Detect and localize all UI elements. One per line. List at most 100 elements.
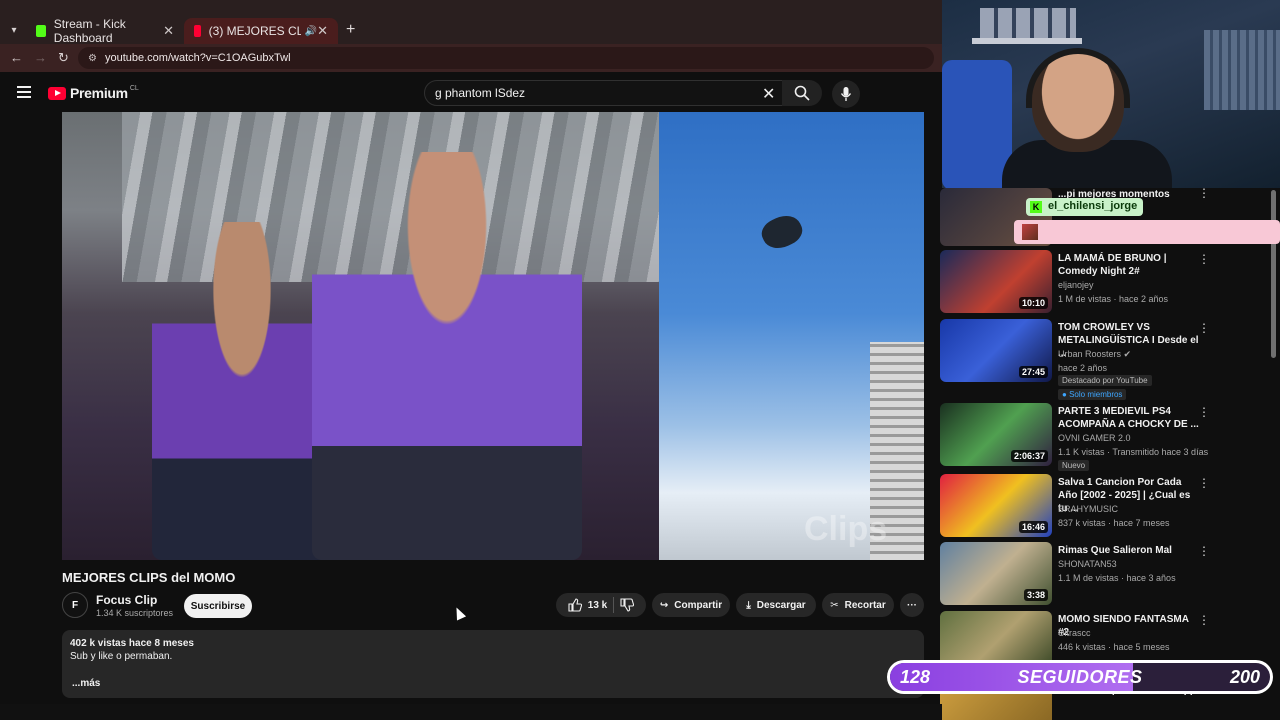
description-more-link[interactable]: ...más <box>72 678 100 689</box>
search-value: g phantom lSdez <box>435 86 526 100</box>
clear-search-icon[interactable]: ✕ <box>762 84 775 104</box>
members-only-badge: ● Solo miembros <box>1058 389 1127 400</box>
address-bar-row: ← → ↻ ⚙ youtube.com/watch?v=C1OAGubxTwl <box>0 44 942 72</box>
tab-label: Stream - Kick Dashboard <box>53 17 126 45</box>
recommendations-sidebar: ...pi mejores momentos Video... ⋮ 10:10 … <box>940 188 1280 720</box>
video-player[interactable]: Clips <box>62 112 924 560</box>
recommendation-item[interactable]: 3:38 Rimas Que Salieron Mal SHONATAN53 1… <box>940 542 1270 606</box>
search-button[interactable] <box>782 80 822 106</box>
webcam-wall-frames <box>980 8 1076 38</box>
recommendation-thumbnail[interactable]: 10:10 <box>940 250 1052 313</box>
new-badge: Nuevo <box>1058 460 1090 471</box>
subscribe-button[interactable]: Suscribirse <box>184 594 252 618</box>
share-button[interactable]: ↪ Compartir <box>652 593 730 617</box>
kebab-menu-icon[interactable]: ⋮ <box>1198 252 1210 266</box>
headset-icon <box>1026 48 1130 108</box>
site-info-icon[interactable]: ⚙ <box>88 53 97 64</box>
speaker-icon[interactable]: 🔊 <box>305 26 317 37</box>
url-field[interactable]: ⚙ youtube.com/watch?v=C1OAGubxTwl <box>78 47 934 69</box>
kebab-menu-icon[interactable]: ⋮ <box>1198 405 1210 419</box>
video-rider-right <box>312 152 582 560</box>
recommendation-item[interactable]: 27:45 TOM CROWLEY VS METALINGÜÍSTICA I D… <box>940 319 1270 400</box>
recommendation-thumbnail[interactable]: 27:45 <box>940 319 1052 382</box>
like-dislike-group: 13 k <box>556 593 646 617</box>
microphone-icon <box>840 87 852 101</box>
download-icon: ⤓ <box>746 599 751 611</box>
close-tab-icon[interactable]: ✕ <box>317 23 328 39</box>
tab-search-dropdown-icon[interactable]: ▾ <box>6 22 22 38</box>
recommendation-item[interactable]: 2:06:37 PARTE 3 MEDIEVIL PS4 ACOMPAÑA A … <box>940 403 1270 471</box>
recommendation-title[interactable]: Rimas Que Salieron Mal <box>1058 544 1200 557</box>
tab-youtube-video[interactable]: (3) MEJORES CLIPS del MOM 🔊 ✕ <box>184 18 338 44</box>
description-box[interactable]: 402 k vistas hace 8 meses Sub y like o p… <box>62 630 924 698</box>
clip-label: Recortar <box>844 599 886 611</box>
webcam-shelf <box>972 38 1082 44</box>
search-input[interactable]: g phantom lSdez <box>424 80 786 106</box>
recommendation-meta: 446 k vistas · hace 5 meses <box>1058 642 1170 652</box>
back-arrow-icon[interactable]: ← <box>10 50 23 65</box>
share-label: Compartir <box>674 599 723 611</box>
more-actions-button[interactable]: ··· <box>900 593 924 617</box>
recommendation-channel[interactable]: Urban Roosters ✔ <box>1058 349 1131 360</box>
kebab-menu-icon[interactable]: ⋮ <box>1198 613 1210 627</box>
scissors-icon: ✂ <box>830 599 839 611</box>
recommendation-meta: hace 2 años <box>1058 363 1108 373</box>
recommendation-channel[interactable]: BRAHYMUSIC <box>1058 504 1118 514</box>
duration-badge: 3:38 <box>1023 589 1048 601</box>
stream-chat-message: el_chilensi_jorge K <box>1014 196 1280 246</box>
recommendation-channel[interactable]: eljanojey <box>1058 280 1094 290</box>
youtube-premium-logo[interactable]: Premium CL <box>48 85 139 101</box>
streamer-webcam <box>942 0 1280 190</box>
recommendation-thumbnail[interactable]: 3:38 <box>940 542 1052 605</box>
follower-goal-bar: SEGUIDORES 128 200 <box>887 660 1273 694</box>
youtube-header: Premium CL g phantom lSdez ✕ <box>0 72 942 112</box>
video-rider-left <box>152 222 332 560</box>
recommendation-item[interactable]: 16:46 Salva 1 Cancion Por Cada Año [2002… <box>940 474 1270 538</box>
more-horizontal-icon: ··· <box>907 599 917 611</box>
recommendation-title[interactable]: LA MAMÁ DE BRUNO | Comedy Night 2# <box>1058 252 1200 278</box>
channel-name[interactable]: Focus Clip <box>96 593 157 607</box>
reload-icon[interactable]: ↻ <box>58 50 69 66</box>
tab-label: (3) MEJORES CLIPS del MOM <box>208 24 301 38</box>
recommendation-meta: 1.1 K vistas · Transmitido hace 3 días <box>1058 447 1209 457</box>
clip-button[interactable]: ✂ Recortar <box>822 593 894 617</box>
logo-text: Premium <box>70 85 128 101</box>
recommendation-item[interactable]: 10:10 LA MAMÁ DE BRUNO | Comedy Night 2#… <box>940 250 1270 314</box>
recommendation-meta: 1.1 M de vistas · hace 3 años <box>1058 573 1176 583</box>
mouse-cursor-icon <box>451 605 467 621</box>
video-watermark: Clips <box>804 510 888 548</box>
thumbs-down-icon[interactable] <box>620 598 635 612</box>
tab-kick-dashboard[interactable]: Stream - Kick Dashboard ✕ <box>26 17 184 45</box>
video-title: MEJORES CLIPS del MOMO <box>62 570 236 585</box>
youtube-favicon-icon <box>194 25 201 37</box>
chat-message-body <box>1014 220 1280 244</box>
kebab-menu-icon[interactable]: ⋮ <box>1198 544 1210 558</box>
recommendation-thumbnail[interactable]: 16:46 <box>940 474 1052 537</box>
download-button[interactable]: ⤓ Descargar <box>736 593 816 617</box>
voice-search-button[interactable] <box>832 80 860 108</box>
channel-avatar[interactable]: F <box>62 592 88 618</box>
recommendation-thumbnail[interactable]: 2:06:37 <box>940 403 1052 466</box>
channel-name: Urban Roosters <box>1058 349 1122 359</box>
close-tab-icon[interactable]: ✕ <box>163 23 174 39</box>
recommendation-channel[interactable]: OVNI GAMER 2.0 <box>1058 433 1131 443</box>
duration-badge: 16:46 <box>1018 521 1048 533</box>
kebab-menu-icon[interactable]: ⋮ <box>1198 476 1210 490</box>
download-label: Descargar <box>756 599 806 611</box>
recommendation-meta: 1 M de vistas · hace 2 años <box>1058 294 1169 304</box>
forward-arrow-icon[interactable]: → <box>34 50 47 65</box>
recommendation-channel[interactable]: SHONATAN53 <box>1058 559 1117 569</box>
youtube-play-icon <box>48 86 66 100</box>
recommendation-channel[interactable]: Ultrascc <box>1058 628 1091 638</box>
recommendation-meta: 837 k vistas · hace 7 meses <box>1058 518 1170 528</box>
browser-tab-strip: ▾ Stream - Kick Dashboard ✕ (3) MEJORES … <box>0 0 942 45</box>
members-icon: ● <box>1062 390 1067 399</box>
kebab-menu-icon[interactable]: ⋮ <box>1198 321 1210 335</box>
hamburger-menu-icon[interactable] <box>17 86 31 98</box>
like-button[interactable]: 13 k <box>568 598 607 612</box>
recommendation-title[interactable]: PARTE 3 MEDIEVIL PS4 ACOMPAÑA A CHOCKY D… <box>1058 405 1200 431</box>
webcam-window-blinds <box>1204 30 1280 110</box>
goal-track: SEGUIDORES 128 200 <box>890 663 1270 691</box>
new-tab-button[interactable]: + <box>346 21 355 39</box>
emote-icon <box>1022 224 1038 240</box>
